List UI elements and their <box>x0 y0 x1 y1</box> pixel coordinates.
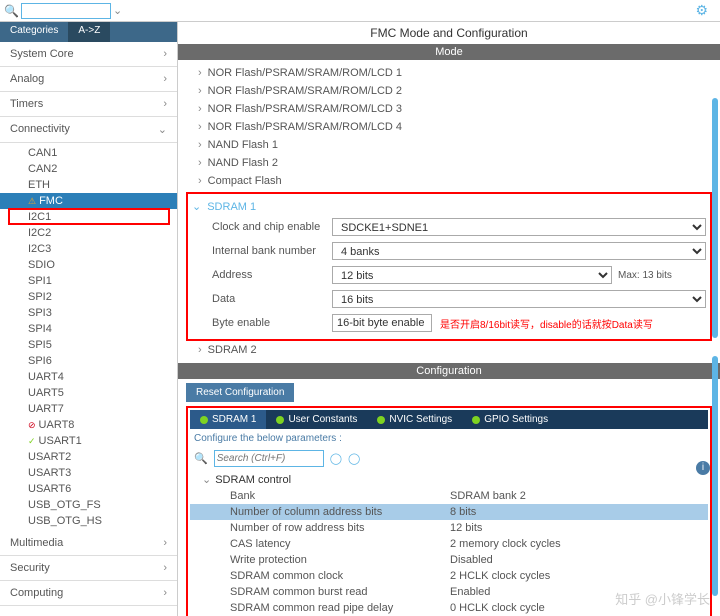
byte-label: Byte enable <box>212 317 332 329</box>
category-system-core[interactable]: System Core› <box>0 42 177 67</box>
tree-item[interactable]: NAND Flash 2 <box>186 154 712 172</box>
tree-item[interactable]: NOR Flash/PSRAM/SRAM/ROM/LCD 4 <box>186 118 712 136</box>
param-row[interactable]: CAS latency2 memory clock cycles <box>190 536 708 552</box>
search-icon: 🔍 <box>4 4 19 18</box>
item-spi3[interactable]: SPI3 <box>0 305 177 321</box>
scrollbar-mode[interactable] <box>712 98 718 338</box>
circle-icon[interactable]: ◯ <box>330 452 342 465</box>
reset-button[interactable]: Reset Configuration <box>186 383 294 402</box>
param-row[interactable]: SDRAM common clock2 HCLK clock cycles <box>190 568 708 584</box>
tree-item[interactable]: NOR Flash/PSRAM/SRAM/ROM/LCD 1 <box>186 64 712 82</box>
dropdown-icon[interactable]: ⌄ <box>113 4 122 17</box>
cfg-tab-user-constants[interactable]: User Constants <box>266 410 367 429</box>
tree-item[interactable]: Compact Flash <box>186 172 712 190</box>
clock-label: Clock and chip enable <box>212 221 332 233</box>
bank-select[interactable]: 4 banks <box>332 242 706 260</box>
category-analog[interactable]: Analog› <box>0 67 177 92</box>
top-search-input[interactable] <box>21 3 111 19</box>
addr-max: Max: 13 bits <box>618 270 672 281</box>
item-usb_otg_fs[interactable]: USB_OTG_FS <box>0 497 177 513</box>
item-can1[interactable]: CAN1 <box>0 145 177 161</box>
item-spi6[interactable]: SPI6 <box>0 353 177 369</box>
clock-select[interactable]: SDCKE1+SDNE1 <box>332 218 706 236</box>
search-icon: 🔍 <box>194 452 208 465</box>
mode-area: NOR Flash/PSRAM/SRAM/ROM/LCD 1NOR Flash/… <box>178 60 720 363</box>
data-select[interactable]: 16 bits <box>332 290 706 308</box>
tab-az[interactable]: A->Z <box>68 22 110 42</box>
mode-header: Mode <box>178 44 720 60</box>
gear-icon[interactable]: ⚙ <box>695 2 708 19</box>
item-usart6[interactable]: USART6 <box>0 481 177 497</box>
item-uart4[interactable]: UART4 <box>0 369 177 385</box>
cfg-tab-gpio-settings[interactable]: GPIO Settings <box>462 410 558 429</box>
category-computing[interactable]: Computing› <box>0 581 177 606</box>
item-uart7[interactable]: UART7 <box>0 401 177 417</box>
item-fmc[interactable]: FMC <box>0 193 177 209</box>
param-search-input[interactable] <box>214 450 324 467</box>
category-timers[interactable]: Timers› <box>0 92 177 117</box>
config-subtitle: Configure the below parameters : <box>190 429 708 448</box>
left-panel: Categories A->Z System Core›Analog›Timer… <box>0 22 178 616</box>
circle-icon[interactable]: ◯ <box>348 452 360 465</box>
cfg-tab-nvic-settings[interactable]: NVIC Settings <box>367 410 462 429</box>
info-icon[interactable]: i <box>696 461 710 475</box>
addr-label: Address <box>212 269 332 281</box>
byte-select[interactable]: 16-bit byte enable <box>332 314 432 332</box>
item-usb_otg_hs[interactable]: USB_OTG_HS <box>0 513 177 529</box>
byte-note: 是否开启8/16bit读写，disable的话就按Data读写 <box>440 316 653 331</box>
item-spi1[interactable]: SPI1 <box>0 273 177 289</box>
category-connectivity[interactable]: Connectivity⌄ <box>0 117 177 143</box>
watermark: 知乎 @小锋学长 <box>615 589 710 608</box>
item-i2c2[interactable]: I2C2 <box>0 225 177 241</box>
addr-select[interactable]: 12 bits <box>332 266 612 284</box>
item-spi2[interactable]: SPI2 <box>0 289 177 305</box>
param-row[interactable]: Number of column address bits8 bits <box>190 504 708 520</box>
item-eth[interactable]: ETH <box>0 177 177 193</box>
param-row[interactable]: Write protectionDisabled <box>190 552 708 568</box>
scrollbar-config[interactable] <box>712 356 718 596</box>
cfg-tab-sdram-1[interactable]: SDRAM 1 <box>190 410 266 429</box>
item-usart1[interactable]: USART1 <box>0 433 177 449</box>
item-sdio[interactable]: SDIO <box>0 257 177 273</box>
sdram2-tree[interactable]: SDRAM 2 <box>186 341 712 359</box>
category-security[interactable]: Security› <box>0 556 177 581</box>
tree-item[interactable]: NAND Flash 1 <box>186 136 712 154</box>
item-can2[interactable]: CAN2 <box>0 161 177 177</box>
item-i2c3[interactable]: I2C3 <box>0 241 177 257</box>
item-usart3[interactable]: USART3 <box>0 465 177 481</box>
item-usart2[interactable]: USART2 <box>0 449 177 465</box>
item-spi4[interactable]: SPI4 <box>0 321 177 337</box>
param-row[interactable]: BankSDRAM bank 2 <box>190 488 708 504</box>
tree-item[interactable]: NOR Flash/PSRAM/SRAM/ROM/LCD 3 <box>186 100 712 118</box>
item-i2c1[interactable]: I2C1 <box>0 209 177 225</box>
param-row[interactable]: Number of row address bits12 bits <box>190 520 708 536</box>
category-multimedia[interactable]: Multimedia› <box>0 531 177 556</box>
bank-label: Internal bank number <box>212 245 332 257</box>
config-header: Configuration <box>178 363 720 379</box>
sdram1-tree[interactable]: SDRAM 1 <box>192 198 706 215</box>
tab-categories[interactable]: Categories <box>0 22 68 42</box>
param-group-control[interactable]: SDRAM control <box>190 471 708 488</box>
item-uart8[interactable]: UART8 <box>0 417 177 433</box>
page-title: FMC Mode and Configuration <box>178 22 720 44</box>
data-label: Data <box>212 293 332 305</box>
tree-item[interactable]: NOR Flash/PSRAM/SRAM/ROM/LCD 2 <box>186 82 712 100</box>
item-uart5[interactable]: UART5 <box>0 385 177 401</box>
item-spi5[interactable]: SPI5 <box>0 337 177 353</box>
